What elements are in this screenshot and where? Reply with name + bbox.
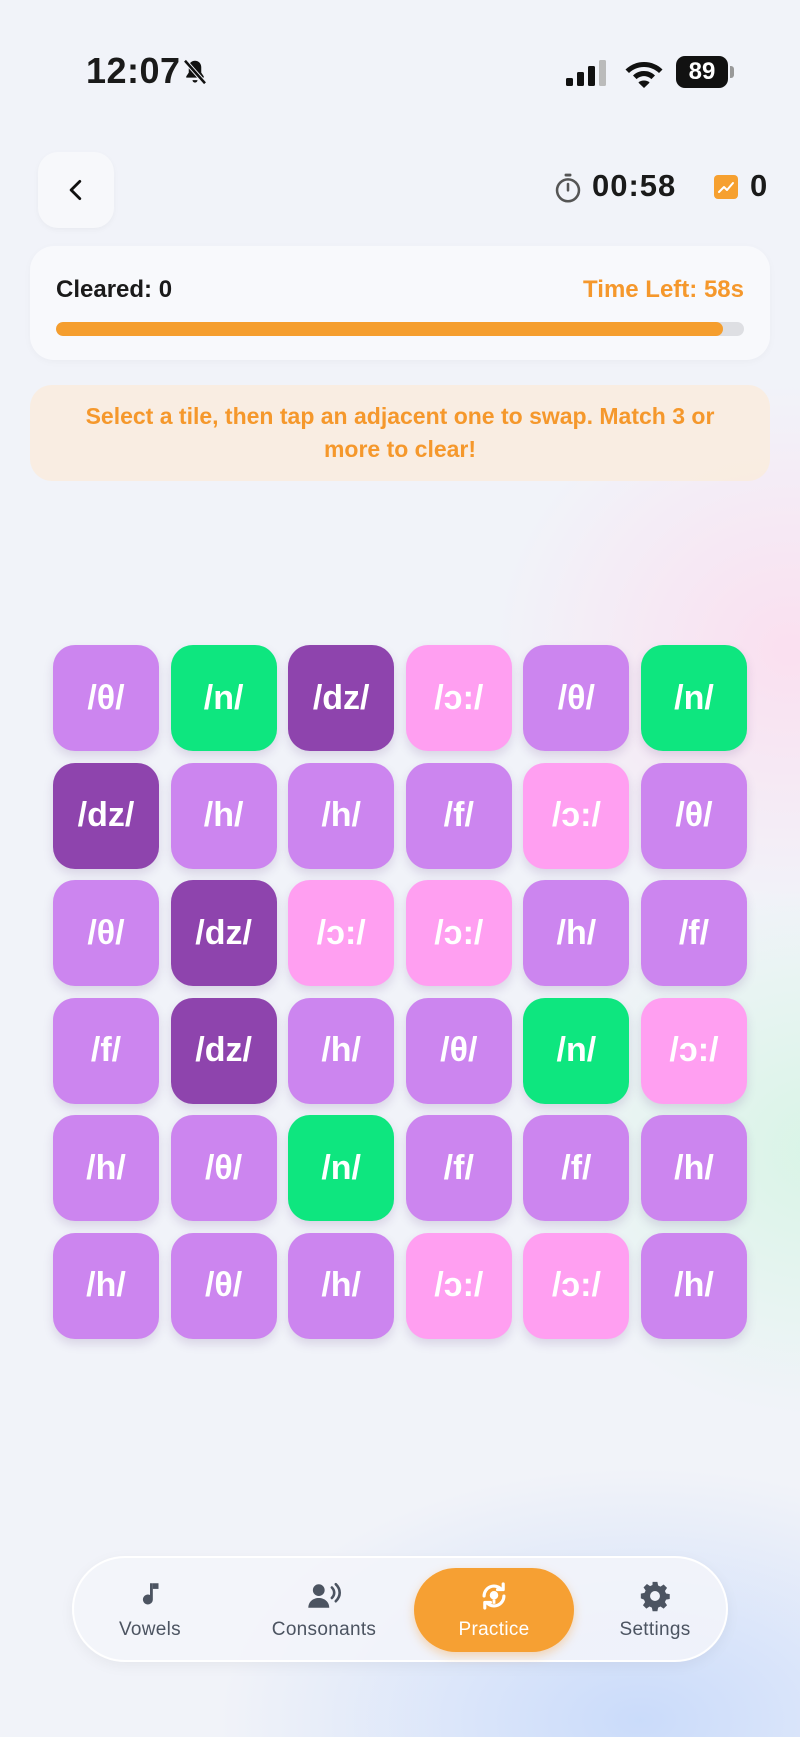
tab-consonants[interactable]: Consonants [258, 1568, 390, 1652]
tab-label: Practice [458, 1619, 530, 1640]
phoneme-tile[interactable]: /f/ [53, 997, 159, 1104]
battery-level: 89 [676, 56, 728, 88]
score-chart-icon [714, 175, 738, 199]
phoneme-tile[interactable]: /h/ [640, 1115, 747, 1222]
tab-practice[interactable]: Practice [414, 1568, 574, 1652]
cleared-count: Cleared: 0 [56, 276, 173, 303]
phoneme-tile[interactable]: /ɔ:/ [288, 880, 395, 987]
chevron-left-icon [69, 179, 82, 201]
back-button[interactable] [38, 152, 114, 228]
phoneme-tile[interactable]: /n/ [640, 645, 747, 751]
status-bar: 12:07 89 [0, 0, 800, 150]
tab-label: Settings [619, 1619, 691, 1640]
tab-vowels[interactable]: Vowels [102, 1568, 198, 1652]
phoneme-tile[interactable]: /dz/ [170, 997, 277, 1104]
phoneme-tile[interactable]: /θ/ [405, 997, 512, 1104]
phoneme-tile[interactable]: /f/ [405, 1115, 512, 1222]
tile-grid: /θ//n//dz//ɔ://θ//n//dz//h//h//f//ɔ://θ/… [53, 645, 747, 1339]
gear-icon [640, 1581, 670, 1612]
speaking-person-icon [308, 1582, 341, 1608]
phoneme-tile[interactable]: /h/ [640, 1232, 747, 1339]
progress-card: Cleared: 0 Time Left: 58s [30, 246, 770, 360]
phoneme-tile[interactable]: /θ/ [53, 645, 159, 751]
status-time: 12:07 [86, 50, 181, 91]
phoneme-tile[interactable]: /ɔ:/ [405, 880, 512, 987]
timer-readout: 00:58 [592, 168, 677, 203]
phoneme-tile[interactable]: /θ/ [523, 645, 630, 751]
bell-muted-icon [183, 59, 207, 85]
tab-settings[interactable]: Settings [600, 1568, 710, 1652]
phoneme-tile[interactable]: /f/ [640, 880, 747, 987]
phoneme-tile[interactable]: /θ/ [640, 762, 747, 869]
instruction-text: Select a tile, then tap an adjacent one … [85, 403, 715, 462]
phoneme-tile[interactable]: /ɔ:/ [523, 762, 630, 869]
phoneme-tile[interactable]: /h/ [523, 880, 630, 987]
music-note-icon [142, 1583, 159, 1605]
time-left: Time Left: 58s [583, 276, 744, 303]
phoneme-tile[interactable]: /ɔ:/ [523, 1232, 630, 1339]
phoneme-tile[interactable]: /h/ [53, 1115, 159, 1222]
bottom-tab-bar: Vowels Consonants Practice Settings [72, 1556, 728, 1662]
phoneme-tile[interactable]: /θ/ [170, 1232, 277, 1339]
phoneme-tile[interactable]: /n/ [523, 997, 630, 1104]
phoneme-tile[interactable]: /ɔ:/ [640, 997, 747, 1104]
phoneme-tile[interactable]: /ɔ:/ [405, 645, 512, 751]
battery-tip [730, 66, 734, 78]
stopwatch-icon [555, 173, 581, 203]
signal-icon [566, 60, 606, 86]
phoneme-tile[interactable]: /f/ [405, 762, 512, 869]
time-progress-fill [56, 322, 724, 336]
score-value: 0 [750, 168, 768, 203]
phoneme-tile[interactable]: /f/ [523, 1115, 630, 1222]
phoneme-tile[interactable]: /θ/ [53, 880, 159, 987]
instruction-banner: Select a tile, then tap an adjacent one … [30, 385, 770, 481]
phoneme-tile[interactable]: /n/ [170, 645, 277, 751]
phoneme-tile[interactable]: /dz/ [170, 880, 277, 987]
phoneme-tile[interactable]: /h/ [170, 762, 277, 869]
phoneme-tile[interactable]: /h/ [288, 1232, 395, 1339]
phoneme-tile[interactable]: /n/ [288, 1115, 395, 1222]
tab-label: Consonants [271, 1619, 377, 1640]
practice-refresh-icon [482, 1582, 506, 1610]
phoneme-tile[interactable]: /dz/ [53, 762, 159, 869]
phoneme-tile[interactable]: /h/ [288, 762, 395, 869]
phoneme-tile[interactable]: /dz/ [288, 645, 395, 751]
phoneme-tile[interactable]: /θ/ [170, 1115, 277, 1222]
phoneme-tile[interactable]: /ɔ:/ [405, 1232, 512, 1339]
tab-label: Vowels [118, 1619, 181, 1640]
phoneme-tile[interactable]: /h/ [53, 1232, 159, 1339]
wifi-icon [625, 62, 663, 88]
battery-indicator: 89 [676, 56, 734, 88]
phoneme-tile[interactable]: /h/ [288, 997, 395, 1104]
time-progress-bar [56, 322, 744, 336]
